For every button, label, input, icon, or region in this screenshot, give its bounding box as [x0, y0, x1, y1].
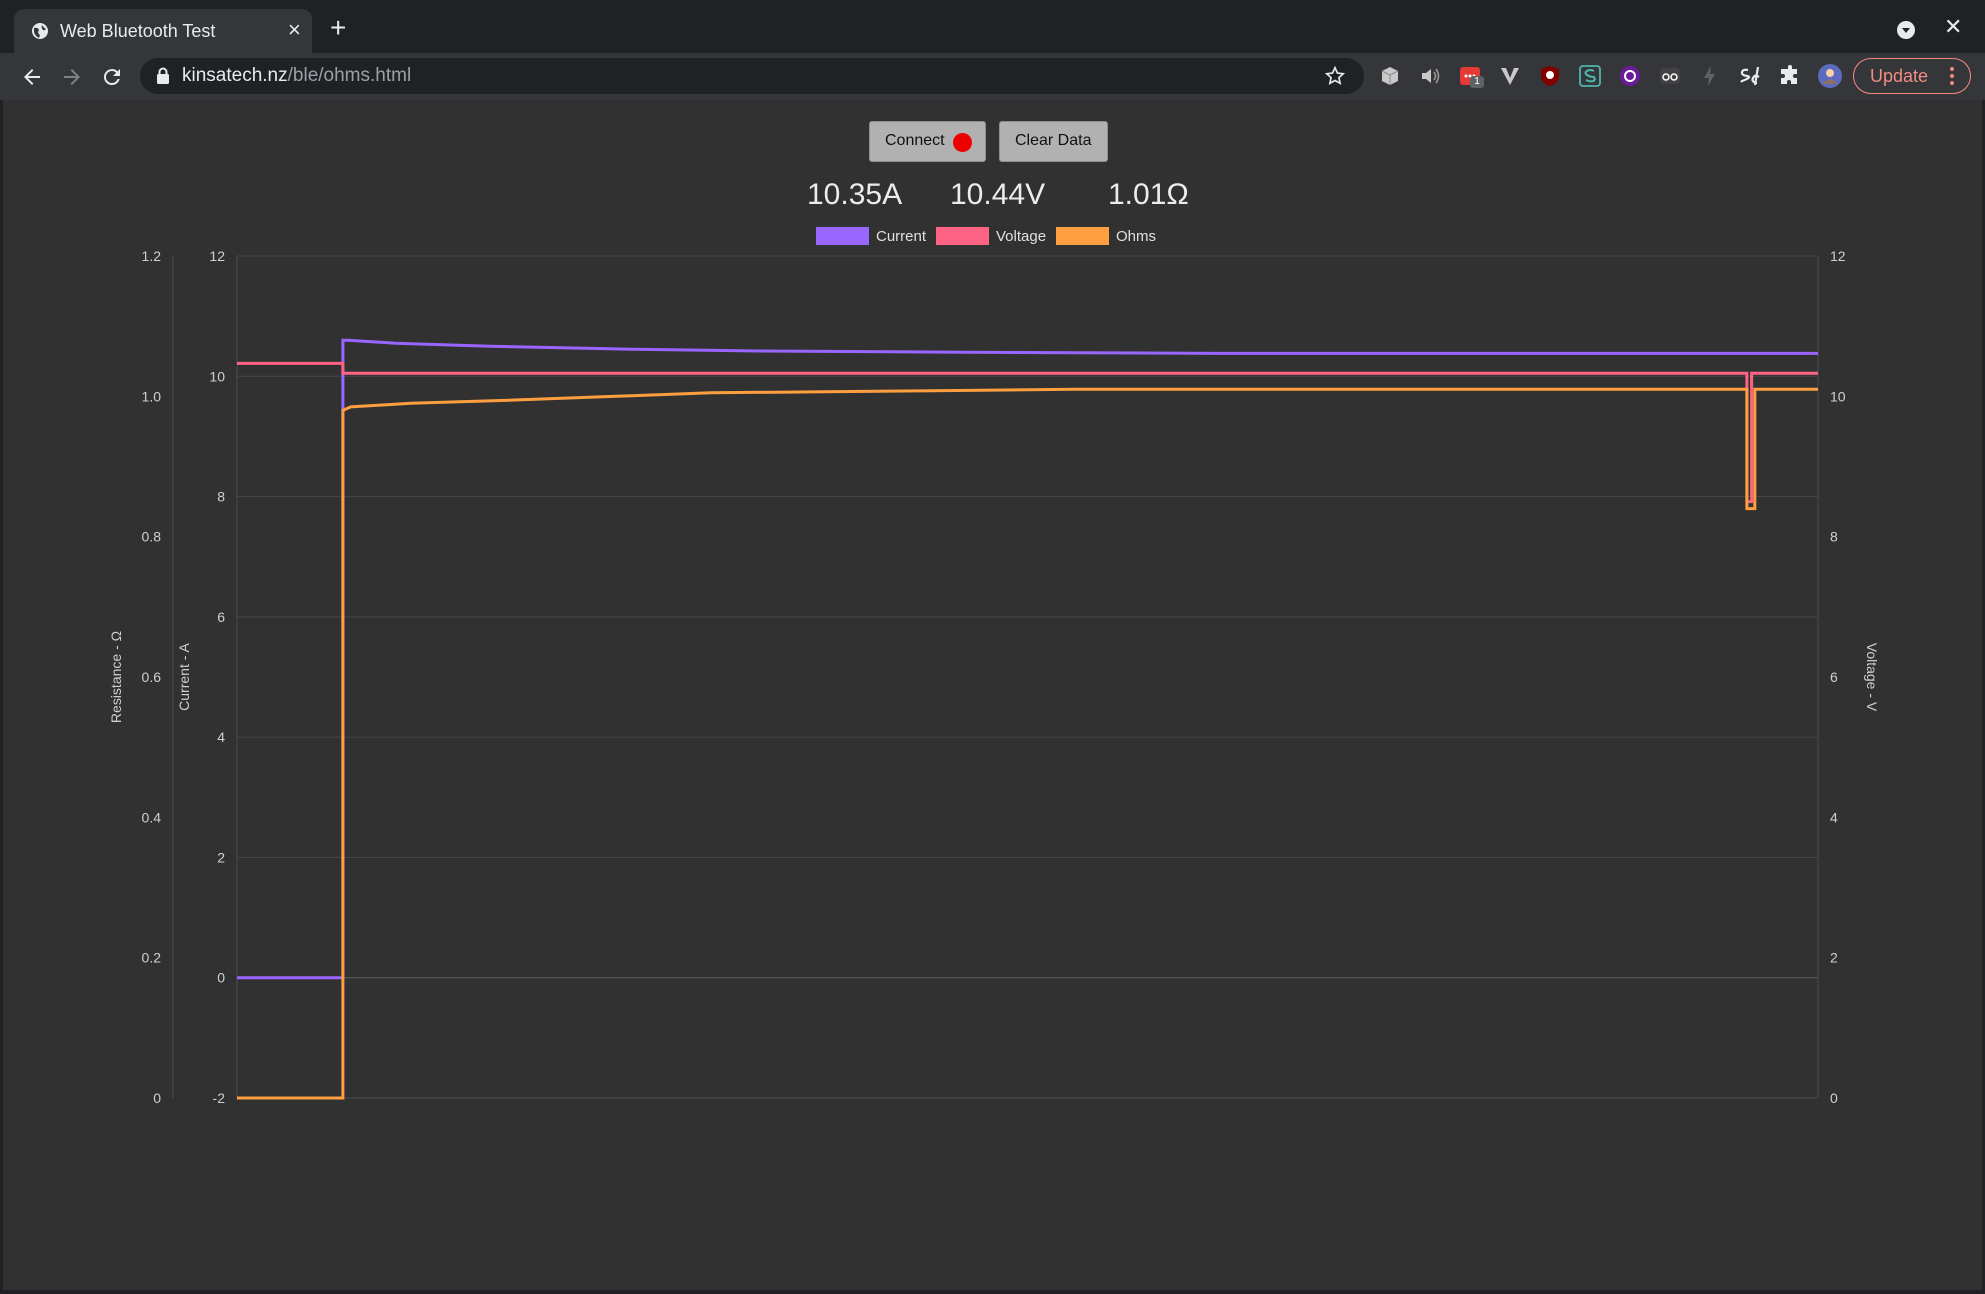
measurement-chart: 00.20.40.60.81.01.2-2024681012024681012 … [108, 227, 1880, 1106]
v-extension-icon[interactable] [1498, 64, 1522, 88]
tab-title: Web Bluetooth Test [60, 21, 216, 41]
lock-icon[interactable] [156, 67, 170, 85]
tab-search-icon[interactable] [1896, 20, 1916, 40]
resistance-tick-label: 1.0 [142, 388, 162, 404]
current-tick-label: 4 [217, 729, 225, 745]
voltage-tick-label: 12 [1830, 248, 1846, 264]
voltage-tick-label: 10 [1830, 388, 1846, 404]
s-extension-icon[interactable] [1578, 64, 1602, 88]
current-tick-label: 8 [217, 489, 225, 505]
resistance-tick-label: 0.2 [142, 950, 162, 966]
forward-arrow-icon[interactable] [60, 65, 84, 89]
current-tick-label: 12 [209, 248, 225, 264]
url-text[interactable]: kinsatech.nz/ble/ohms.html [182, 65, 411, 87]
sd-extension-icon[interactable] [1738, 64, 1762, 88]
series-line-ohms [237, 387, 1818, 1100]
window-close-icon[interactable]: ✕ [1944, 14, 1962, 40]
tab-close-icon[interactable]: × [288, 18, 301, 42]
series-line-voltage [237, 361, 1818, 504]
voltage-tick-label: 6 [1830, 669, 1838, 685]
browser-toolbar: kinsatech.nz/ble/ohms.html 1 Update [0, 53, 1985, 100]
update-label: Update [1870, 66, 1929, 86]
legend-swatch-voltage [936, 227, 989, 245]
profile-avatar-icon[interactable] [1818, 64, 1842, 88]
glasses-extension-icon[interactable] [1658, 64, 1682, 88]
voltage-tick-label: 0 [1830, 1090, 1838, 1106]
back-arrow-icon[interactable] [20, 65, 44, 89]
voltage-tick-label: 2 [1830, 950, 1838, 966]
tab-strip: Web Bluetooth Test × + ✕ [0, 0, 1985, 53]
legend-label-current: Current [876, 228, 927, 245]
globe-icon [32, 23, 48, 39]
new-tab-icon[interactable]: + [330, 14, 346, 42]
legend-label-ohms: Ohms [1116, 228, 1156, 245]
cube-extension-icon[interactable] [1378, 64, 1402, 88]
current-tick-label: -2 [213, 1090, 226, 1106]
legend-label-voltage: Voltage [996, 228, 1046, 245]
resistance-tick-label: 0.4 [142, 809, 162, 825]
voltage-axis-title: Voltage - V [1864, 643, 1880, 712]
active-tab[interactable]: Web Bluetooth Test × [14, 9, 312, 53]
current-tick-label: 6 [217, 609, 225, 625]
voltage-tick-label: 8 [1830, 529, 1838, 545]
legend-swatch-ohms [1056, 227, 1109, 245]
current-tick-label: 2 [217, 849, 225, 865]
todo-extension[interactable]: 1 [1458, 64, 1484, 88]
current-axis-title: Current - A [176, 643, 192, 711]
resistance-axis-title: Resistance - Ω [108, 631, 124, 723]
resistance-tick-label: 0.6 [142, 669, 162, 685]
legend-swatch-current [816, 227, 869, 245]
bolt-extension-icon[interactable] [1698, 64, 1722, 88]
reload-icon[interactable] [100, 65, 124, 89]
resistance-tick-label: 0 [153, 1090, 161, 1106]
kebab-menu-icon [1950, 67, 1954, 85]
update-button[interactable]: Update [1853, 58, 1971, 94]
puzzle-extensions-icon[interactable] [1778, 64, 1802, 88]
resistance-tick-label: 1.2 [142, 248, 162, 264]
current-tick-label: 10 [209, 368, 225, 384]
series-line-current [237, 338, 1818, 980]
address-bar[interactable]: kinsatech.nz/ble/ohms.html [140, 58, 1364, 94]
ublock-shield-icon[interactable] [1538, 64, 1562, 88]
bookmark-star-icon[interactable] [1324, 65, 1346, 87]
extension-badge: 1 [1470, 76, 1484, 88]
voltage-tick-label: 4 [1830, 809, 1838, 825]
speaker-extension-icon[interactable] [1418, 64, 1442, 88]
circle-extension-icon[interactable] [1618, 64, 1642, 88]
current-tick-label: 0 [217, 970, 225, 986]
resistance-tick-label: 0.8 [142, 529, 162, 545]
page-content: Connect Clear Data 10.35A 10.44V 1.01Ω 0… [3, 100, 1982, 1290]
